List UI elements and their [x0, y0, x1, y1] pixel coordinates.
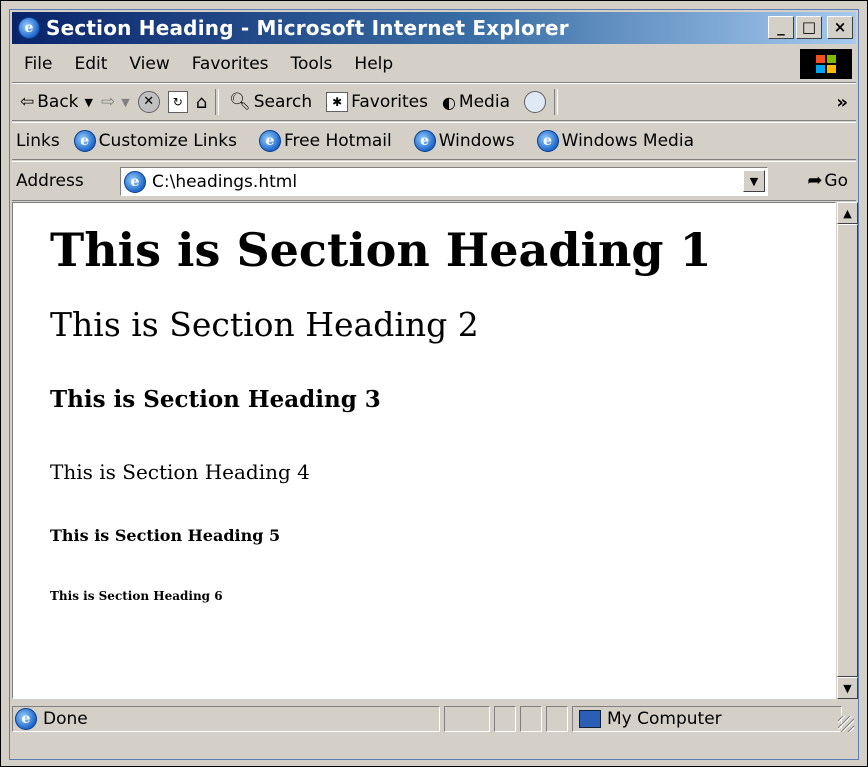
favorites-star-icon: ✱ — [326, 92, 349, 112]
menu-edit[interactable]: Edit — [74, 54, 107, 74]
my-computer-icon — [579, 710, 601, 728]
address-label: Address — [16, 171, 84, 191]
refresh-icon: ↻ — [167, 91, 188, 113]
media-icon: ◐ — [441, 92, 456, 112]
toolbar-separator — [215, 89, 220, 115]
heading-3: This is Section Heading 3 — [50, 386, 381, 413]
scroll-up-button[interactable]: ▲ — [837, 202, 858, 224]
menu-favorites[interactable]: Favorites — [192, 54, 269, 74]
link-windows[interactable]: e Windows — [413, 130, 515, 152]
address-dropdown-icon[interactable]: ▼ — [743, 170, 765, 192]
favorites-label: Favorites — [351, 92, 428, 112]
menu-view[interactable]: View — [129, 54, 169, 74]
window-controls: _ □ × — [768, 16, 853, 39]
address-input[interactable]: e C:\headings.html ▼ — [120, 167, 768, 196]
forward-arrow-icon: ⇨ — [101, 92, 116, 112]
go-arrow-icon: ➦ — [807, 170, 823, 191]
title-bar[interactable]: e Section Heading - Microsoft Internet E… — [12, 12, 856, 44]
scroll-thumb[interactable] — [837, 224, 858, 677]
back-button[interactable]: ⇦ Back ▼ — [20, 92, 93, 112]
link-label: Free Hotmail — [283, 131, 392, 151]
menu-tools[interactable]: Tools — [291, 54, 333, 74]
status-panel-main: e Done — [12, 706, 440, 732]
browser-window: e Section Heading - Microsoft Internet E… — [9, 9, 859, 760]
back-arrow-icon: ⇦ — [20, 92, 35, 112]
ie-app-icon: e — [18, 17, 40, 39]
stop-button[interactable]: ✕ — [137, 91, 160, 113]
screenshot-frame: e Section Heading - Microsoft Internet E… — [0, 0, 868, 767]
search-button[interactable]: 🔍︎ Search — [229, 92, 312, 112]
zone-text: My Computer — [607, 709, 722, 729]
address-value: C:\headings.html — [152, 171, 298, 192]
status-text: Done — [43, 709, 88, 729]
home-icon: ⌂ — [195, 91, 208, 113]
link-label: Windows Media — [561, 131, 694, 151]
scroll-down-button[interactable]: ▼ — [837, 677, 858, 699]
history-icon — [523, 91, 546, 113]
link-customize-links[interactable]: e Customize Links — [73, 130, 237, 152]
menu-bar: File Edit View Favorites Tools Help — [12, 46, 856, 83]
go-label: Go — [824, 170, 848, 191]
links-toolbar: Links e Customize Links e Free Hotmail e… — [12, 122, 856, 160]
status-zone-panel: My Computer — [572, 706, 842, 732]
page-viewport[interactable]: This is Section Heading 1 This is Sectio… — [12, 202, 836, 699]
forward-button[interactable]: ⇨ ▼ — [101, 92, 130, 112]
stop-icon: ✕ — [137, 91, 160, 113]
back-dropdown-icon[interactable]: ▼ — [85, 96, 93, 109]
ie-link-icon: e — [73, 130, 96, 152]
link-windows-media[interactable]: e Windows Media — [536, 130, 694, 152]
home-button[interactable]: ⌂ — [196, 92, 207, 113]
menu-help[interactable]: Help — [354, 54, 393, 74]
link-label: Customize Links — [98, 131, 237, 151]
status-bar: e Done My Computer — [12, 704, 856, 734]
minimize-button[interactable]: _ — [768, 16, 794, 39]
status-panel — [520, 706, 542, 732]
ie-link-icon: e — [258, 130, 281, 152]
status-panel — [546, 706, 568, 732]
address-bar: Address e C:\headings.html ▼ ➦ Go — [12, 161, 856, 201]
link-free-hotmail[interactable]: e Free Hotmail — [258, 130, 392, 152]
vertical-scrollbar[interactable]: ▲ ▼ — [836, 202, 858, 699]
resize-grip-icon[interactable] — [838, 716, 854, 732]
status-panel — [444, 706, 490, 732]
media-button[interactable]: ◐ Media — [442, 92, 510, 112]
menu-file[interactable]: File — [24, 54, 52, 74]
link-label: Windows — [438, 131, 515, 151]
history-button[interactable] — [523, 91, 546, 113]
toolbar-separator-2 — [553, 89, 558, 115]
heading-1: This is Section Heading 1 — [50, 223, 712, 277]
heading-6: This is Section Heading 6 — [50, 589, 223, 603]
status-panel — [494, 706, 516, 732]
forward-dropdown-icon[interactable]: ▼ — [121, 96, 129, 109]
status-ie-icon: e — [15, 708, 37, 730]
media-label: Media — [458, 92, 510, 112]
heading-4: This is Section Heading 4 — [50, 460, 310, 484]
refresh-button[interactable]: ↻ — [167, 91, 188, 113]
window-title: Section Heading - Microsoft Internet Exp… — [46, 16, 569, 40]
maximize-button[interactable]: □ — [796, 16, 822, 39]
toolbar-more-chevron[interactable]: » — [836, 92, 848, 113]
heading-5: This is Section Heading 5 — [50, 526, 281, 545]
links-label: Links — [16, 131, 60, 151]
search-label: Search — [253, 92, 313, 112]
page-body: This is Section Heading 1 This is Sectio… — [13, 223, 835, 603]
close-button[interactable]: × — [827, 16, 853, 39]
page-icon: e — [124, 170, 146, 193]
heading-2: This is Section Heading 2 — [50, 305, 479, 344]
standard-toolbar: ⇦ Back ▼ ⇨ ▼ ✕ ↻ ⌂ 🔍︎ Search ✱ Favorites… — [12, 83, 856, 121]
ie-link-icon: e — [536, 130, 559, 152]
search-icon: 🔍︎ — [229, 92, 251, 112]
favorites-button[interactable]: ✱ Favorites — [326, 92, 428, 112]
ie-link-icon: e — [413, 130, 436, 152]
go-button[interactable]: ➦ Go — [807, 170, 848, 191]
windows-logo-icon — [800, 49, 852, 79]
back-label: Back — [37, 92, 79, 112]
